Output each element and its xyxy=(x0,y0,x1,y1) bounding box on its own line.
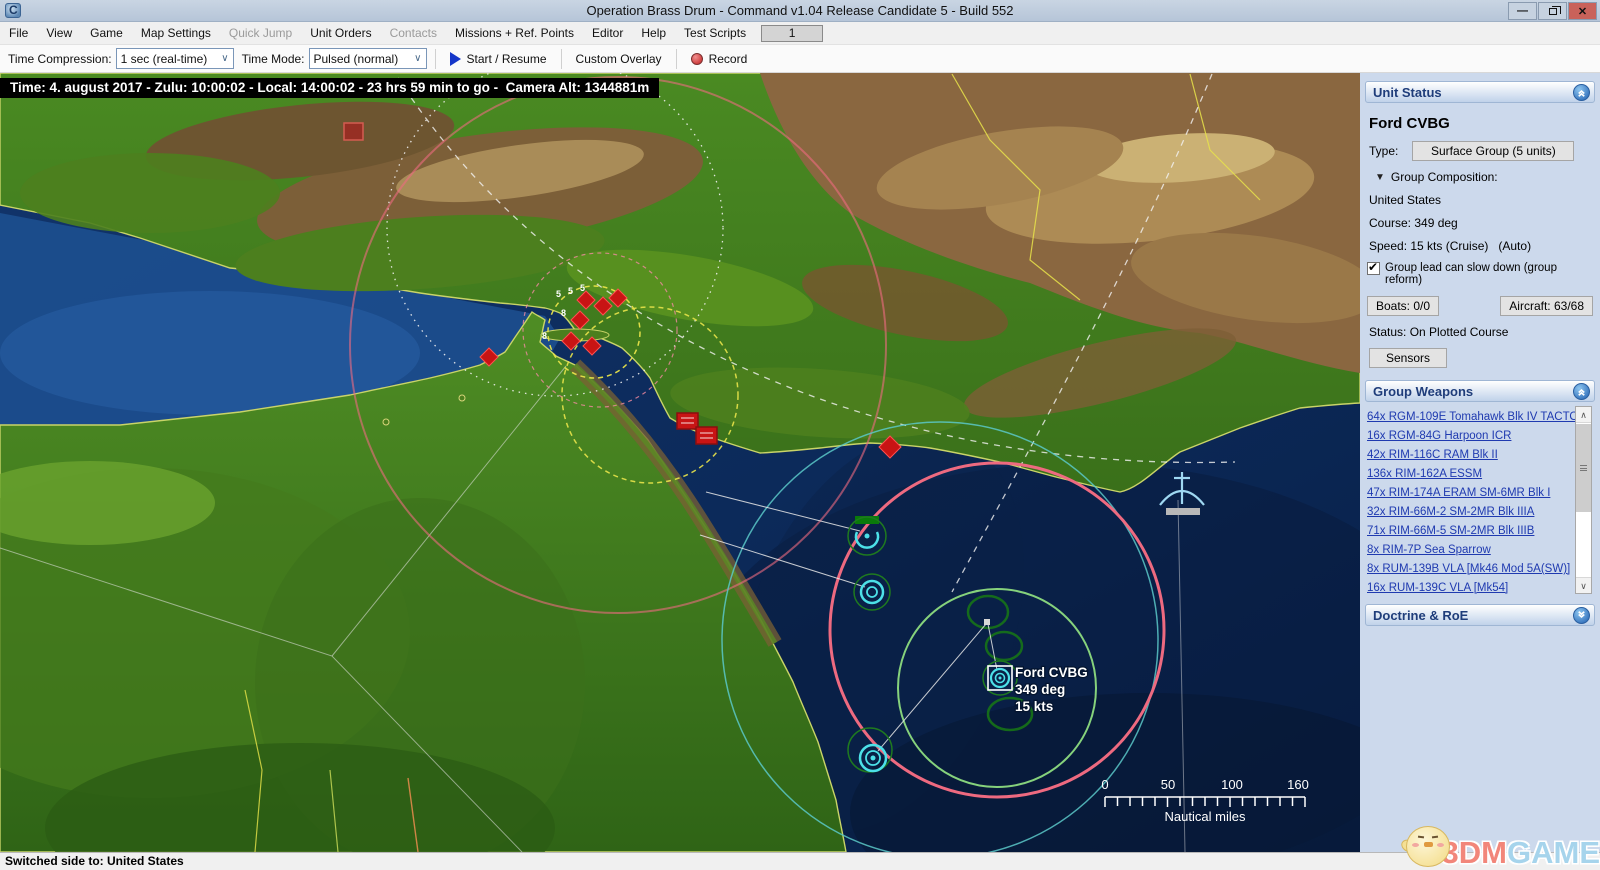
selected-unit-ford-cvbg[interactable] xyxy=(983,661,1017,695)
time-mode-select[interactable]: Pulsed (normal) ∨ xyxy=(309,48,427,69)
boats-button[interactable]: Boats: 0/0 xyxy=(1367,296,1439,316)
chevron-down-icon: ∨ xyxy=(414,53,421,64)
scrollbar-thumb[interactable] xyxy=(1576,424,1591,512)
type-label: Type: xyxy=(1369,144,1398,158)
menu-item[interactable]: File xyxy=(0,23,37,43)
weapon-link[interactable]: 16x RGM-84G Harpoon ICR xyxy=(1367,429,1571,444)
toolbar: Time Compression: 1 sec (real-time) ∨ Ti… xyxy=(0,45,1600,73)
unit-side: United States xyxy=(1369,193,1595,207)
svg-text:349 deg: 349 deg xyxy=(1015,682,1065,697)
window-title: Operation Brass Drum - Command v1.04 Rel… xyxy=(0,3,1600,18)
mascot-icon xyxy=(1404,822,1454,868)
restore-button[interactable] xyxy=(1538,2,1567,20)
application-window: Operation Brass Drum - Command v1.04 Rel… xyxy=(0,0,1600,870)
scroll-up-icon[interactable]: ∧ xyxy=(1576,407,1591,423)
map-area[interactable]: 5 5 5 8 8 xyxy=(0,73,1360,852)
map-canvas[interactable]: 5 5 5 8 8 xyxy=(0,73,1360,852)
map-time-readout: Time: 4. august 2017 - Zulu: 10:00:02 - … xyxy=(0,78,659,98)
watermark-text: 3DMGAME xyxy=(1442,838,1600,868)
aircraft-button[interactable]: Aircraft: 63/68 xyxy=(1500,296,1593,316)
svg-text:100: 100 xyxy=(1221,777,1243,792)
menu-item[interactable]: Map Settings xyxy=(132,23,220,43)
svg-text:Ford CVBG: Ford CVBG xyxy=(1015,665,1088,680)
svg-text:Nautical miles: Nautical miles xyxy=(1165,809,1246,824)
menu-counter-box[interactable]: 1 xyxy=(761,25,823,42)
close-button[interactable]: ✕ xyxy=(1568,2,1597,20)
svg-text:15 kts: 15 kts xyxy=(1015,699,1053,714)
menu-item[interactable]: Help xyxy=(632,23,675,43)
time-compression-select[interactable]: 1 sec (real-time) ∨ xyxy=(116,48,234,69)
group-composition-toggle[interactable]: ▼ Group Composition: xyxy=(1369,170,1595,184)
weapon-link[interactable]: 136x RIM-162A ESSM xyxy=(1367,467,1571,482)
weapons-scrollbar[interactable]: ∧ ∨ xyxy=(1575,406,1592,594)
unit-course: Course: 349 deg xyxy=(1369,216,1595,230)
neutral-surface-contact[interactable] xyxy=(1166,508,1200,515)
svg-text:8: 8 xyxy=(542,331,547,341)
unit-name: Ford CVBG xyxy=(1369,115,1595,132)
sensors-button[interactable]: Sensors xyxy=(1369,348,1447,368)
map-terrain xyxy=(0,73,1360,852)
svg-text:5: 5 xyxy=(568,286,573,296)
collapse-up-icon[interactable] xyxy=(1573,383,1590,400)
type-button[interactable]: Surface Group (5 units) xyxy=(1412,141,1574,161)
weapon-link[interactable]: 32x RIM-66M-2 SM-2MR Blk IIIA xyxy=(1367,505,1571,520)
menu-item[interactable]: Contacts xyxy=(381,23,446,43)
svg-text:8: 8 xyxy=(561,308,566,318)
weapon-link[interactable]: 64x RGM-109E Tomahawk Blk IV TACTOM xyxy=(1367,410,1571,425)
status-message: Switched side to: United States xyxy=(5,854,184,868)
title-bar: Operation Brass Drum - Command v1.04 Rel… xyxy=(0,0,1600,22)
group-weapons-header[interactable]: Group Weapons xyxy=(1365,380,1595,402)
unit-speed: Speed: 15 kts (Cruise) (Auto) xyxy=(1369,239,1595,253)
restore-icon xyxy=(1549,8,1557,15)
custom-overlay-button[interactable]: Custom Overlay xyxy=(570,49,668,69)
time-compression-label: Time Compression: xyxy=(8,52,112,66)
expand-down-icon[interactable] xyxy=(1573,607,1590,624)
menu-item[interactable]: Quick Jump xyxy=(220,23,301,43)
play-icon xyxy=(450,52,461,66)
menu-item[interactable]: Editor xyxy=(583,23,632,43)
toolbar-separator xyxy=(561,49,562,69)
right-sidebar: Unit Status Ford CVBG Type: Surface Grou… xyxy=(1360,73,1600,852)
record-button[interactable]: Record xyxy=(685,49,754,69)
menu-item[interactable]: Test Scripts xyxy=(675,23,755,43)
menu-item[interactable]: View xyxy=(37,23,81,43)
chevron-down-icon: ∨ xyxy=(221,53,228,64)
menu-item[interactable]: Game xyxy=(81,23,132,43)
watermark: 3DMGAME xyxy=(1404,822,1600,868)
weapon-link[interactable]: 8x RUM-139B VLA [Mk46 Mod 5A(SW)] xyxy=(1367,562,1571,577)
weapon-link[interactable]: 47x RIM-174A ERAM SM-6MR Blk I xyxy=(1367,486,1571,501)
status-bar: Switched side to: United States xyxy=(0,852,1600,870)
start-resume-button[interactable]: Start / Resume xyxy=(444,49,553,69)
weapon-link[interactable]: 16x RUM-139C VLA [Mk54] xyxy=(1367,581,1571,596)
toolbar-separator xyxy=(435,49,436,69)
record-icon xyxy=(691,53,703,65)
weapon-link[interactable]: 42x RIM-116C RAM Blk II xyxy=(1367,448,1571,463)
menu-item[interactable]: Unit Orders xyxy=(301,23,380,43)
menu-item[interactable]: Missions + Ref. Points xyxy=(446,23,583,43)
waypoint-marker[interactable] xyxy=(984,619,990,625)
time-mode-label: Time Mode: xyxy=(242,52,305,66)
svg-text:160: 160 xyxy=(1287,777,1309,792)
menu-bar: FileViewGameMap SettingsQuick JumpUnit O… xyxy=(0,22,1600,45)
doctrine-roe-header[interactable]: Doctrine & RoE xyxy=(1365,604,1595,626)
collapse-up-icon[interactable] xyxy=(1573,84,1590,101)
minimize-button[interactable]: — xyxy=(1508,2,1537,20)
svg-text:5: 5 xyxy=(556,289,561,299)
scroll-down-icon[interactable]: ∨ xyxy=(1576,577,1591,593)
chevron-down-icon: ▼ xyxy=(1375,172,1385,183)
unit-status-header[interactable]: Unit Status xyxy=(1365,81,1595,103)
group-lead-checkbox-row[interactable]: Group lead can slow down (group reform) xyxy=(1367,262,1595,286)
checkbox-checked-icon[interactable] xyxy=(1367,262,1380,275)
svg-text:0: 0 xyxy=(1101,777,1108,792)
toolbar-separator xyxy=(676,49,677,69)
svg-text:5: 5 xyxy=(580,283,585,293)
unit-status-text: Status: On Plotted Course xyxy=(1369,325,1595,339)
weapon-link[interactable]: 71x RIM-66M-5 SM-2MR Blk IIIB xyxy=(1367,524,1571,539)
svg-text:50: 50 xyxy=(1161,777,1175,792)
weapon-link[interactable]: 8x RIM-7P Sea Sparrow xyxy=(1367,543,1571,558)
group-weapons-list: 64x RGM-109E Tomahawk Blk IV TACTOM 16x R… xyxy=(1367,406,1595,594)
